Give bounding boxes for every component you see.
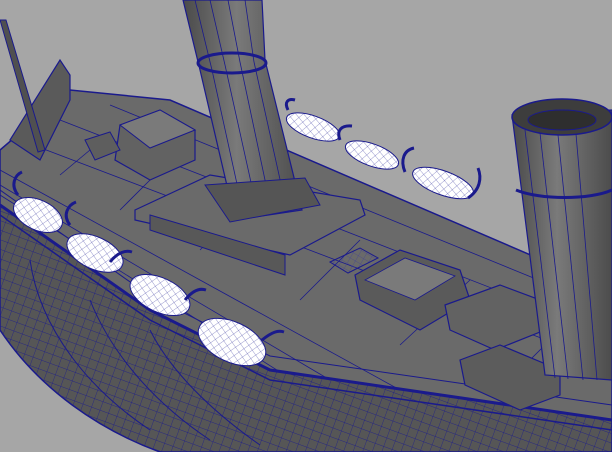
ship-wireframe-render[interactable] xyxy=(0,0,612,452)
lifeboat[interactable] xyxy=(283,107,343,147)
lifeboat[interactable] xyxy=(342,135,402,175)
lifeboat[interactable] xyxy=(409,161,477,205)
3d-viewport[interactable] xyxy=(0,0,612,452)
